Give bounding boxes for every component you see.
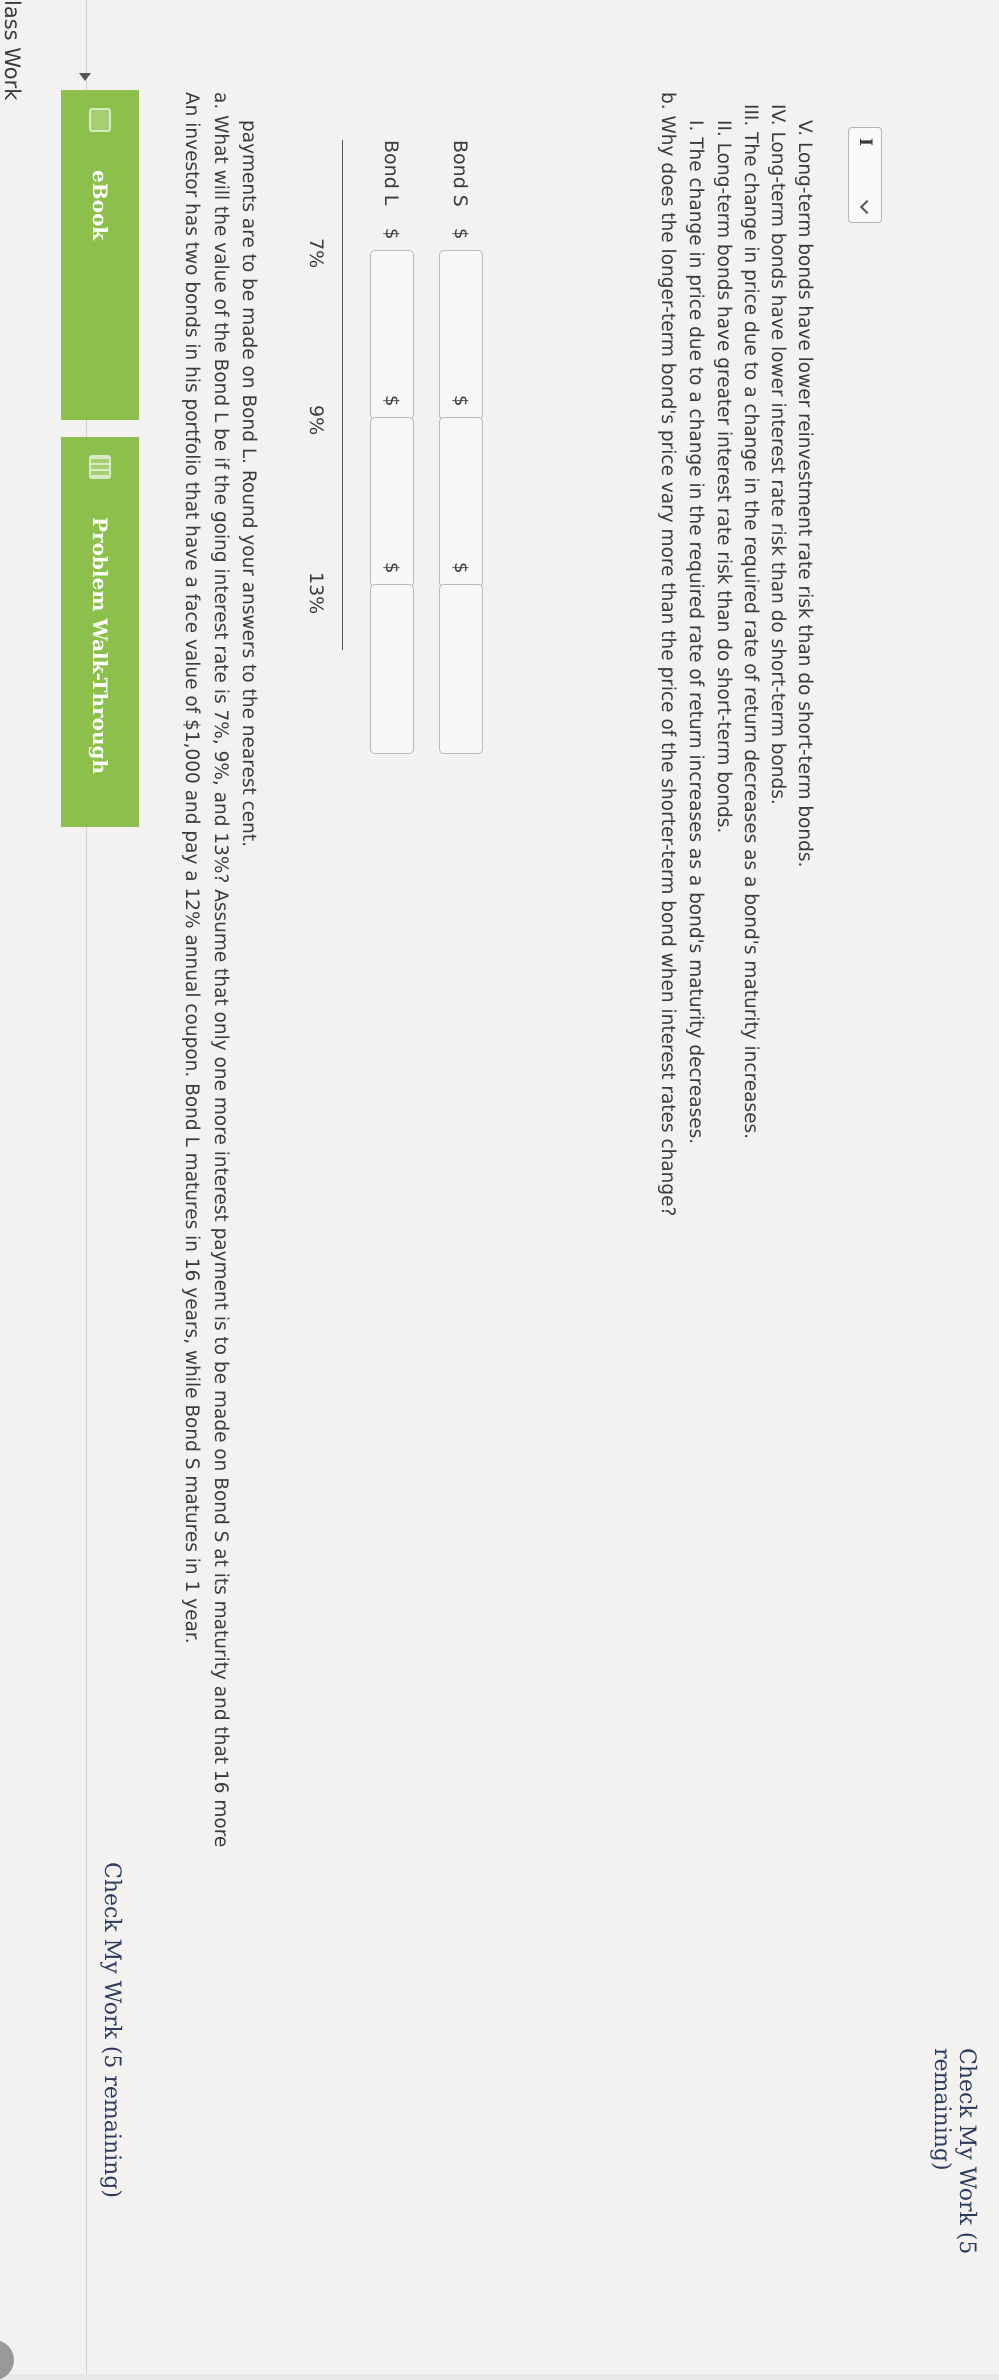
- currency-symbol: $: [381, 395, 402, 407]
- option-v: V. Long-term bonds have lower reinvestme…: [794, 120, 815, 868]
- column-header-13: 13%: [305, 572, 327, 615]
- page-title: lass Work: [0, 0, 24, 101]
- tab-problem-walk-through-label: Problem Walk-Through: [88, 517, 112, 775]
- option-iv: IV. Long-term bonds have lower interest …: [767, 104, 788, 805]
- answer-dropdown[interactable]: I: [848, 127, 882, 223]
- collapse-arrow-icon[interactable]: [79, 73, 91, 81]
- option-iii: III. The change in price due to a change…: [740, 104, 761, 1140]
- option-i: I. The change in price due to a change i…: [685, 120, 706, 1145]
- video-icon: [89, 455, 111, 479]
- option-ii: II. Long-term bonds have greater interes…: [713, 120, 734, 834]
- bond-l-13-input[interactable]: [370, 584, 414, 754]
- bond-s-13-input[interactable]: [439, 584, 483, 754]
- row-label-bond-l: Bond L: [380, 140, 402, 206]
- currency-symbol: $: [381, 562, 402, 574]
- check-my-work-button-top[interactable]: Check My Work (5 remaining): [99, 1862, 124, 2198]
- check-my-work-button-bottom[interactable]: Check My Work (5 remaining): [929, 2048, 979, 2374]
- answer-dropdown-value: I: [855, 138, 875, 146]
- row-label-bond-s: Bond S: [449, 140, 471, 207]
- tab-ebook[interactable]: eBook: [61, 90, 139, 420]
- currency-symbol: $: [450, 562, 471, 574]
- part-a-instructions: payments are to be made on Bond L. Round…: [238, 120, 259, 848]
- currency-symbol: $: [450, 228, 471, 240]
- part-b-question: b. Why does the longer-term bond's price…: [657, 92, 678, 1217]
- column-header-7: 7%: [305, 238, 327, 269]
- column-header-9: 9%: [305, 405, 327, 436]
- ebook-icon: [89, 108, 111, 132]
- tab-problem-walk-through[interactable]: Problem Walk-Through: [61, 437, 139, 827]
- part-a-question: a. What will the value of the Bond L be …: [210, 92, 231, 1848]
- currency-symbol: $: [381, 228, 402, 240]
- currency-symbol: $: [450, 395, 471, 407]
- chevron-down-icon: [860, 199, 875, 215]
- table-top-rule: [342, 140, 343, 650]
- scroll-indicator[interactable]: [0, 2340, 14, 2380]
- problem-intro: An investor has two bonds in his portfol…: [181, 92, 202, 1644]
- tab-ebook-label: eBook: [88, 170, 112, 241]
- page: lass Work Check My Work (5 remaining) eB…: [0, 0, 999, 2380]
